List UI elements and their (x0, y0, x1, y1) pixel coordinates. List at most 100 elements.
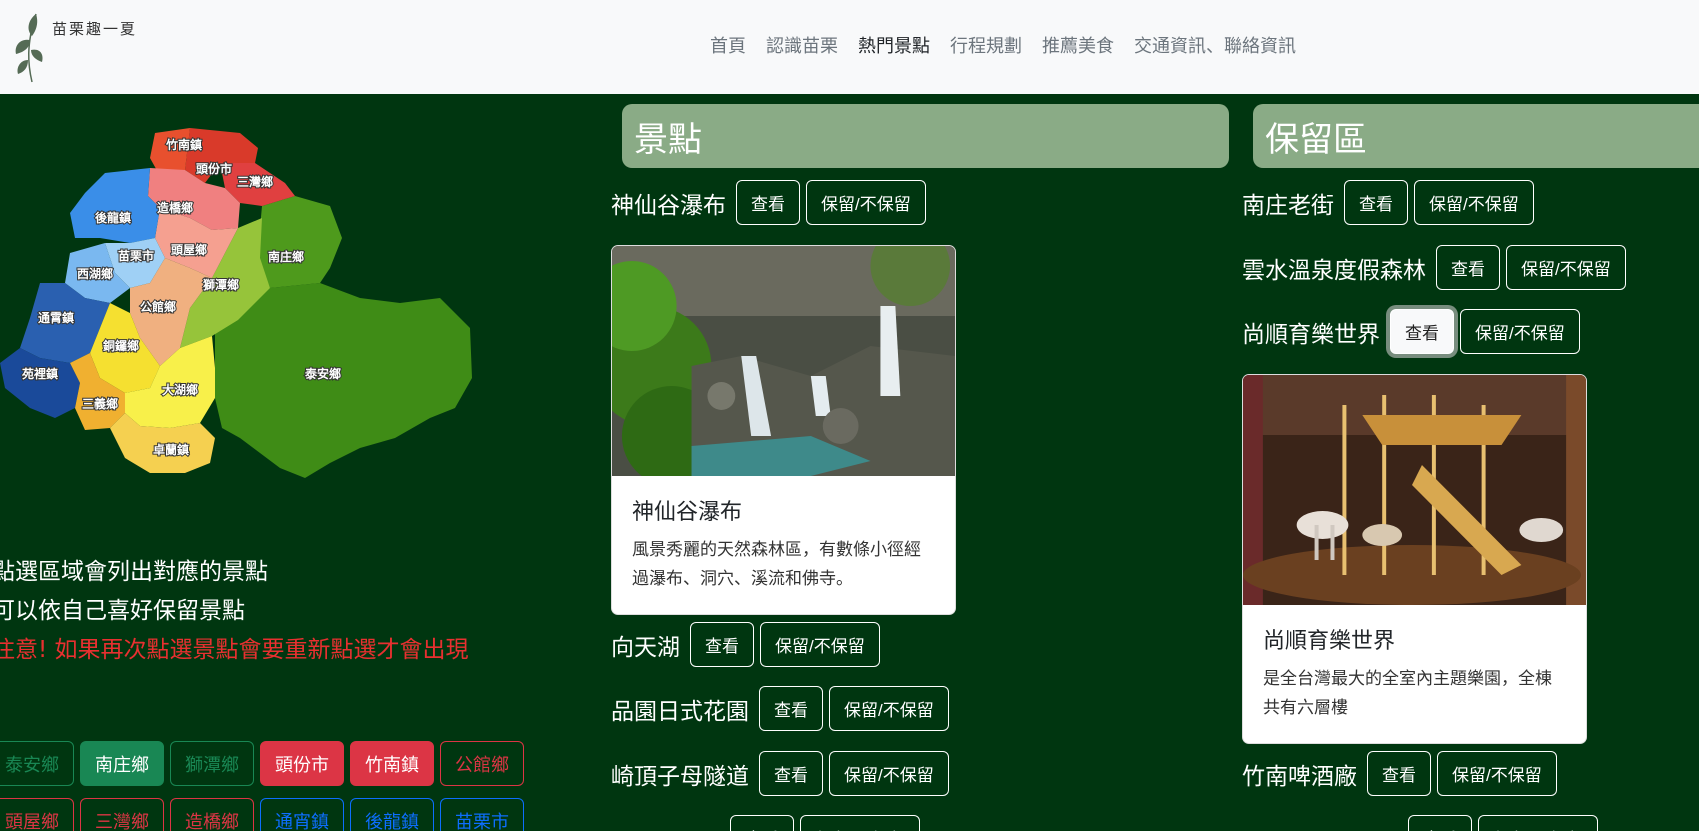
label-xihu: 西湖鄉 (77, 266, 113, 281)
spot-item: 神仙谷瀑布 查看 保留/不保留 (611, 180, 932, 225)
reserved-item: 雲水溫泉度假森林 查看 保留/不保留 (1242, 245, 1632, 290)
brand-name: 苗栗趣一夏 (52, 19, 138, 38)
spot-name: 品園日式花園 (611, 698, 749, 725)
keep-toggle-button[interactable]: 保留/不保留 (829, 686, 949, 731)
region-button-zhunan[interactable]: 竹南鎮 (350, 741, 434, 786)
view-button[interactable]: 查看 (759, 686, 823, 731)
spot-card-title: 神仙谷瀑布 (632, 500, 743, 525)
view-button[interactable]: 查看 (1436, 245, 1500, 290)
view-button[interactable]: 查看 (690, 622, 754, 667)
keep-toggle-button[interactable]: 保留/不保留 (800, 815, 920, 831)
waterfall-image (612, 246, 955, 476)
nav-links: 首頁 認識苗栗 熱門景點 行程規劃 推薦美食 交通資訊、聯絡資訊 (700, 32, 1306, 58)
region-button-nanzhuang[interactable]: 南庄鄉 (80, 741, 164, 786)
spot-name: 神仙谷瀑布 (611, 192, 726, 219)
region-taian[interactable] (215, 283, 472, 478)
spot-card: 神仙谷瀑布 風景秀麗的天然森林區，有數條小徑經過瀑布、洞穴、溪流和佛寺。 (611, 245, 956, 615)
region-nanzhuang[interactable] (258, 196, 342, 288)
label-taian: 泰安鄉 (304, 366, 341, 381)
label-miaoli: 苗栗市 (118, 248, 154, 263)
view-button[interactable]: 查看 (730, 815, 794, 831)
label-yuanli: 苑裡鎮 (22, 366, 58, 381)
miaoli-map: 竹南鎮 頭份市 三灣鄉 後龍鎮 造橋鄉 南庄鄉 苗栗市 頭屋鄉 西湖鄉 獅潭鄉 … (0, 128, 472, 478)
keep-toggle-button[interactable]: 保留/不保留 (1478, 815, 1598, 831)
label-zhuolan: 卓蘭鎮 (153, 442, 189, 457)
label-toufen: 頭份市 (196, 161, 232, 176)
spot-item: 品園日式花園 查看 保留/不保留 (611, 686, 955, 731)
label-sanyi: 三義鄉 (82, 396, 118, 411)
keep-toggle-button[interactable]: 保留/不保留 (1414, 180, 1534, 225)
region-button-taian[interactable]: 泰安鄉 (0, 741, 74, 786)
keep-toggle-button[interactable]: 保留/不保留 (1460, 309, 1580, 354)
keep-toggle-button[interactable]: 保留/不保留 (1437, 751, 1557, 796)
label-tongluo: 銅鑼鄉 (102, 338, 139, 353)
nav-about[interactable]: 認識苗栗 (756, 32, 848, 58)
label-zaoqiao: 造橋鄉 (157, 200, 193, 215)
reserved-heading: 保留區 (1253, 104, 1699, 168)
label-sanwan: 三灣鄉 (237, 174, 273, 189)
region-button-group: 泰安鄉 南庄鄉 獅潭鄉 頭份市 竹南鎮 公館鄉 頭屋鄉 三灣鄉 造橋鄉 通宵鎮 … (0, 741, 550, 831)
spot-item-partial: 查看 保留/不保留 (730, 815, 926, 831)
spot-card-description: 風景秀麗的天然森林區，有數條小徑經過瀑布、洞穴、溪流和佛寺。 (632, 540, 921, 589)
spot-item: 崎頂子母隧道 查看 保留/不保留 (611, 751, 955, 796)
keep-toggle-button[interactable]: 保留/不保留 (1506, 245, 1626, 290)
label-gongguan: 公館鄉 (140, 299, 176, 314)
reserved-card-body: 尚順育樂世界 是全台灣最大的全室內主題樂園，全棟共有六層樓 (1243, 605, 1586, 743)
spot-name: 崎頂子母隧道 (611, 763, 749, 790)
view-button[interactable]: 查看 (736, 180, 800, 225)
reserved-card-description: 是全台灣最大的全室內主題樂園，全棟共有六層樓 (1263, 669, 1552, 718)
region-button-shitan[interactable]: 獅潭鄉 (170, 741, 254, 786)
spot-name: 向天湖 (611, 634, 680, 661)
note-select-region: 點選區域會列出對應的景點 (0, 559, 268, 585)
region-button-toufen[interactable]: 頭份市 (260, 741, 344, 786)
nav-home[interactable]: 首頁 (700, 32, 756, 58)
region-button-miaoli[interactable]: 苗栗市 (440, 798, 524, 831)
region-houlong[interactable] (70, 168, 160, 243)
nav-itinerary[interactable]: 行程規劃 (940, 32, 1032, 58)
reserved-item: 南庄老街 查看 保留/不保留 (1242, 180, 1540, 225)
reserved-name: 南庄老街 (1242, 192, 1334, 219)
region-button-touwu[interactable]: 頭屋鄉 (0, 798, 74, 831)
reserved-item: 尚順育樂世界 查看 保留/不保留 (1242, 309, 1586, 354)
spot-card-body: 神仙谷瀑布 風景秀麗的天然森林區，有數條小徑經過瀑布、洞穴、溪流和佛寺。 (612, 476, 955, 614)
note-warning: 注意! 如果再次點選景點會要重新點選才會出現 (0, 637, 469, 663)
region-button-sanwan[interactable]: 三灣鄉 (80, 798, 164, 831)
reserved-name: 竹南啤酒廠 (1242, 763, 1357, 790)
note-keep-spots: 可以依自己喜好保留景點 (0, 598, 245, 624)
reserved-item: 竹南啤酒廠 查看 保留/不保留 (1242, 751, 1563, 796)
reserved-card-title: 尚順育樂世界 (1263, 629, 1396, 654)
keep-toggle-button[interactable]: 保留/不保留 (829, 751, 949, 796)
nav-food[interactable]: 推薦美食 (1032, 32, 1124, 58)
keep-toggle-button[interactable]: 保留/不保留 (760, 622, 880, 667)
region-button-houlong[interactable]: 後龍鎮 (350, 798, 434, 831)
spots-heading: 景點 (622, 104, 1229, 168)
nav-transport-contact[interactable]: 交通資訊、聯絡資訊 (1124, 32, 1306, 58)
label-nanzhuang: 南庄鄉 (268, 249, 304, 264)
keep-toggle-button[interactable]: 保留/不保留 (806, 180, 926, 225)
view-button[interactable]: 查看 (759, 751, 823, 796)
label-shitan: 獅潭鄉 (202, 277, 239, 292)
leaf-logo-icon (15, 13, 43, 83)
carousel-image (1243, 375, 1586, 605)
nav-attractions[interactable]: 熱門景點 (848, 32, 940, 58)
region-button-zaoqiao[interactable]: 造橋鄉 (170, 798, 254, 831)
reserved-item-partial: 查看 保留/不保留 (1408, 815, 1604, 831)
view-button[interactable]: 查看 (1408, 815, 1472, 831)
label-tongxiao: 通霄鎮 (38, 310, 74, 325)
view-button[interactable]: 查看 (1344, 180, 1408, 225)
brand[interactable]: 苗栗趣一夏 (10, 10, 137, 84)
label-houlong: 後龍鎮 (95, 210, 131, 225)
view-button[interactable]: 查看 (1390, 309, 1454, 354)
navbar: 苗栗趣一夏 首頁 認識苗栗 熱門景點 行程規劃 推薦美食 交通資訊、聯絡資訊 (0, 0, 1699, 94)
label-touwu: 頭屋鄉 (171, 242, 207, 257)
spot-item: 向天湖 查看 保留/不保留 (611, 622, 886, 667)
reserved-card: 尚順育樂世界 是全台灣最大的全室內主題樂園，全棟共有六層樓 (1242, 374, 1587, 744)
instructions: 點選區域會列出對應的景點 可以依自己喜好保留景點 注意! 如果再次點選景點會要重… (0, 553, 469, 670)
region-button-tongxiao[interactable]: 通宵鎮 (260, 798, 344, 831)
label-zhunan: 竹南鎮 (165, 137, 202, 152)
region-button-gongguan[interactable]: 公館鄉 (440, 741, 524, 786)
view-button[interactable]: 查看 (1367, 751, 1431, 796)
reserved-name: 尚順育樂世界 (1242, 321, 1380, 348)
reserved-name: 雲水溫泉度假森林 (1242, 257, 1426, 284)
label-dahu: 大湖鄉 (162, 382, 198, 397)
